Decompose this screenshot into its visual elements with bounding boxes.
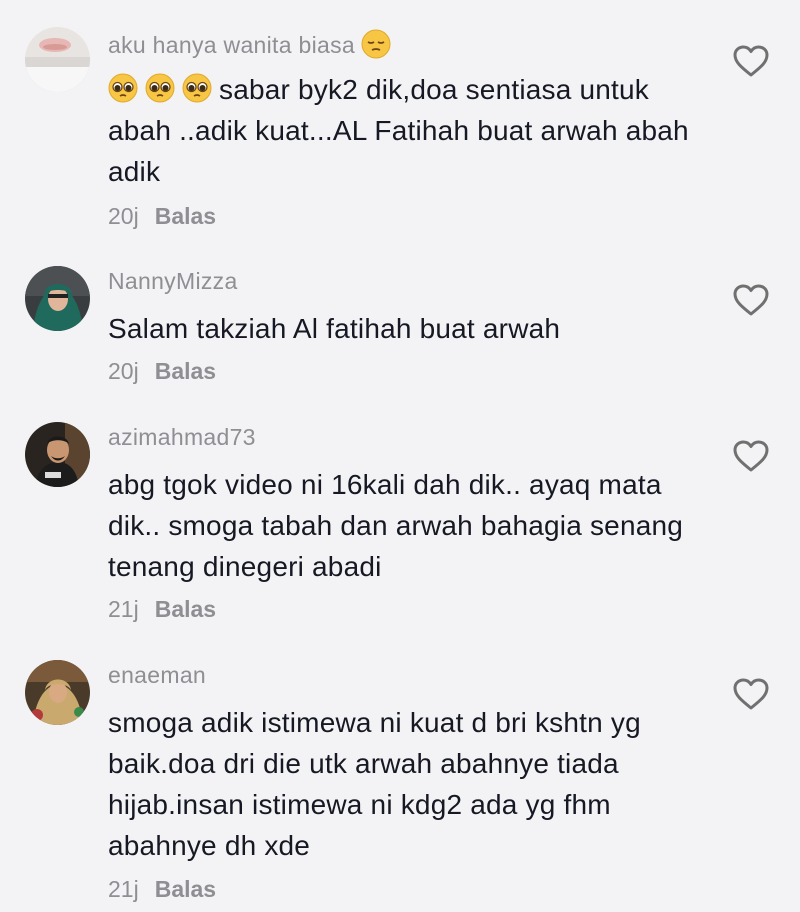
avatar-image xyxy=(25,27,90,92)
comment-item: enaeman smoga adik istimewa ni kuat d br… xyxy=(0,660,800,912)
comment-username[interactable]: NannyMizza xyxy=(108,268,238,295)
comment-item: aku hanya wanita biasa sabar byk2 dik,do… xyxy=(0,27,800,247)
reply-button[interactable]: Balas xyxy=(155,358,216,384)
heart-outline-icon[interactable] xyxy=(732,283,770,317)
pleading-face-icon xyxy=(108,73,138,103)
comment-item: NannyMizza Salam takziah Al fatihah buat… xyxy=(0,266,800,396)
avatar-image xyxy=(25,422,90,487)
comment-username[interactable]: azimahmad73 xyxy=(108,424,256,451)
heart-outline-icon[interactable] xyxy=(732,44,770,78)
reply-button[interactable]: Balas xyxy=(155,596,216,622)
comment-meta: 20j Balas xyxy=(108,358,216,385)
avatar[interactable] xyxy=(25,660,90,725)
reply-button[interactable]: Balas xyxy=(155,876,216,902)
heart-outline-icon[interactable] xyxy=(732,439,770,473)
comment-username[interactable]: aku hanya wanita biasa xyxy=(108,29,391,65)
pleading-face-icon xyxy=(145,73,175,103)
pleading-face-icon xyxy=(182,73,212,103)
heart-outline-icon[interactable] xyxy=(732,677,770,711)
comment-time: 20j xyxy=(108,358,139,384)
comment-time: 21j xyxy=(108,596,139,622)
comment-text: sabar byk2 dik,doa sentiasa untuk abah .… xyxy=(108,73,689,187)
comment-time: 20j xyxy=(108,203,139,229)
avatar-image xyxy=(25,266,90,331)
avatar[interactable] xyxy=(25,27,90,92)
pensive-face-icon xyxy=(361,29,391,65)
comment-item: azimahmad73 abg tgok video ni 16kali dah… xyxy=(0,422,800,642)
comment-meta: 21j Balas xyxy=(108,876,216,903)
comment-text: Salam takziah Al fatihah buat arwah xyxy=(108,313,561,344)
comment-time: 21j xyxy=(108,876,139,902)
avatar[interactable] xyxy=(25,266,90,331)
reply-button[interactable]: Balas xyxy=(155,203,216,229)
comment-meta: 21j Balas xyxy=(108,596,216,623)
comment-text: abg tgok video ni 16kali dah dik.. ayaq … xyxy=(108,469,684,582)
comment-text: smoga adik istimewa ni kuat d bri kshtn … xyxy=(108,707,641,861)
comment-username[interactable]: enaeman xyxy=(108,662,206,689)
comment-meta: 20j Balas xyxy=(108,203,216,230)
avatar[interactable] xyxy=(25,422,90,487)
avatar-image xyxy=(25,660,90,725)
